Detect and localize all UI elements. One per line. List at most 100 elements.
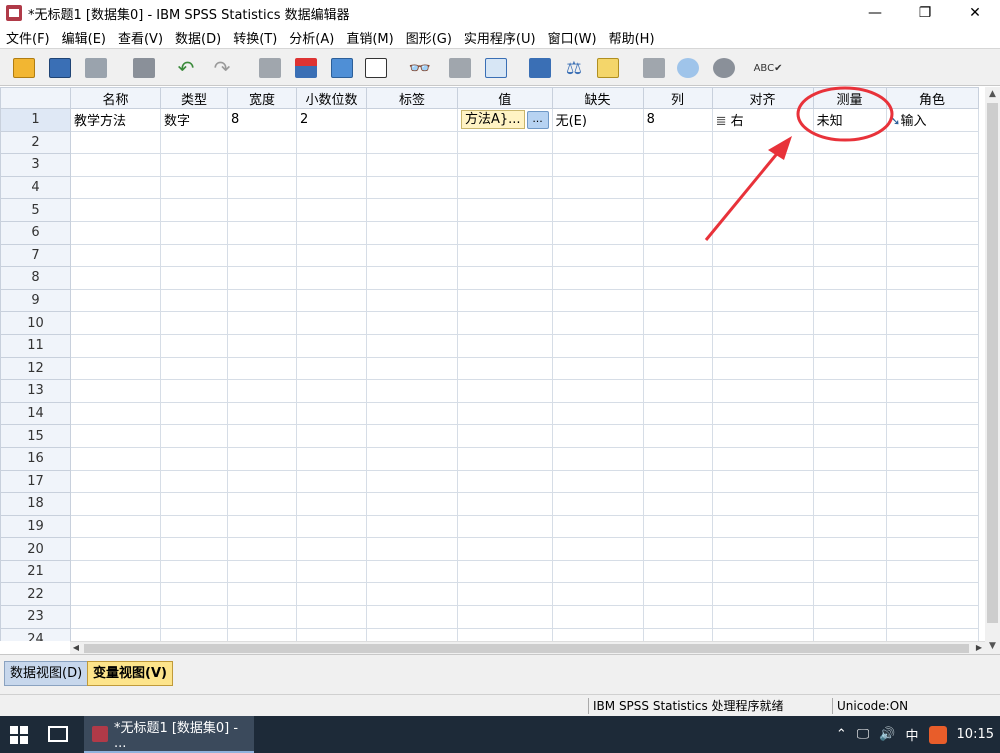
empty-cell[interactable]	[366, 446, 458, 471]
empty-cell[interactable]	[642, 379, 713, 403]
empty-cell[interactable]	[366, 582, 458, 607]
col-header-role[interactable]: 角色	[885, 87, 979, 109]
empty-cell[interactable]	[160, 379, 228, 403]
empty-cell[interactable]	[711, 469, 814, 494]
empty-cell[interactable]	[885, 379, 979, 403]
empty-cell[interactable]	[70, 153, 161, 177]
empty-cell[interactable]	[457, 559, 553, 584]
empty-cell[interactable]	[885, 153, 979, 177]
empty-cell[interactable]	[227, 220, 297, 245]
empty-cell[interactable]	[366, 605, 458, 629]
empty-cell[interactable]	[366, 492, 458, 516]
empty-cell[interactable]	[551, 311, 644, 335]
menu-file[interactable]: 文件(F)	[0, 28, 56, 47]
empty-cell[interactable]	[70, 175, 161, 200]
empty-cell[interactable]	[70, 198, 161, 222]
empty-cell[interactable]	[296, 198, 367, 222]
save-icon[interactable]	[46, 55, 74, 81]
empty-cell[interactable]	[227, 333, 297, 358]
row-number[interactable]: 19	[0, 514, 71, 539]
empty-cell[interactable]	[457, 514, 553, 539]
empty-cell[interactable]	[366, 288, 458, 313]
col-header-missing[interactable]: 缺失	[551, 87, 644, 109]
empty-cell[interactable]	[227, 492, 297, 516]
empty-cell[interactable]	[642, 605, 713, 629]
empty-cell[interactable]	[296, 627, 367, 641]
scroll-right-arrow-icon[interactable]: ▶	[973, 642, 985, 654]
empty-cell[interactable]	[711, 379, 814, 403]
empty-cell[interactable]	[70, 401, 161, 426]
empty-cell[interactable]	[642, 153, 713, 177]
empty-cell[interactable]	[812, 379, 887, 403]
empty-cell[interactable]	[366, 333, 458, 358]
empty-cell[interactable]	[227, 356, 297, 381]
row-number[interactable]: 24	[0, 627, 71, 641]
empty-cell[interactable]	[457, 401, 553, 426]
empty-cell[interactable]	[160, 401, 228, 426]
task-view-icon[interactable]	[48, 726, 68, 742]
empty-cell[interactable]	[227, 266, 297, 290]
empty-cell[interactable]	[551, 582, 644, 607]
empty-cell[interactable]	[642, 446, 713, 471]
cell-columns[interactable]: 8	[642, 108, 713, 132]
empty-cell[interactable]	[160, 175, 228, 200]
minimize-button[interactable]: —	[850, 0, 900, 26]
row-number[interactable]: 6	[0, 220, 71, 245]
vertical-scrollbar[interactable]: ▲ ▼	[985, 87, 1000, 654]
empty-cell[interactable]	[642, 537, 713, 561]
empty-cell[interactable]	[551, 220, 644, 245]
col-header-name[interactable]: 名称	[70, 87, 161, 109]
empty-cell[interactable]	[457, 333, 553, 358]
empty-cell[interactable]	[551, 198, 644, 222]
empty-cell[interactable]	[227, 537, 297, 561]
cell-type[interactable]: 数字	[160, 108, 228, 132]
empty-cell[interactable]	[227, 559, 297, 584]
empty-cell[interactable]	[711, 198, 814, 222]
empty-cell[interactable]	[642, 175, 713, 200]
empty-cell[interactable]	[227, 469, 297, 494]
empty-cell[interactable]	[70, 288, 161, 313]
empty-cell[interactable]	[160, 333, 228, 358]
empty-cell[interactable]	[812, 537, 887, 561]
empty-cell[interactable]	[711, 537, 814, 561]
row-number[interactable]: 2	[0, 130, 71, 155]
col-header-width[interactable]: 宽度	[227, 87, 297, 109]
row-number[interactable]: 1	[0, 108, 71, 132]
cell-width[interactable]: 8	[227, 108, 297, 132]
empty-cell[interactable]	[812, 220, 887, 245]
empty-cell[interactable]	[296, 514, 367, 539]
empty-cell[interactable]	[366, 379, 458, 403]
weight-cases-icon[interactable]: ⚖	[560, 55, 588, 81]
empty-cell[interactable]	[160, 492, 228, 516]
row-number[interactable]: 21	[0, 559, 71, 584]
empty-cell[interactable]	[296, 356, 367, 381]
goto-case-icon[interactable]	[256, 55, 284, 81]
empty-cell[interactable]	[551, 243, 644, 268]
empty-cell[interactable]	[885, 311, 979, 335]
col-header-align[interactable]: 对齐	[711, 87, 814, 109]
empty-cell[interactable]	[296, 582, 367, 607]
empty-cell[interactable]	[812, 446, 887, 471]
taskbar-spss-app[interactable]: *无标题1 [数据集0] - ...	[84, 716, 254, 753]
empty-cell[interactable]	[457, 469, 553, 494]
row-number[interactable]: 4	[0, 175, 71, 200]
tab-variable-view[interactable]: 变量视图(V)	[87, 661, 173, 686]
empty-cell[interactable]	[551, 130, 644, 155]
empty-cell[interactable]	[227, 243, 297, 268]
empty-cell[interactable]	[885, 220, 979, 245]
row-number[interactable]: 22	[0, 582, 71, 607]
empty-cell[interactable]	[711, 153, 814, 177]
empty-cell[interactable]	[711, 559, 814, 584]
empty-cell[interactable]	[227, 424, 297, 448]
menu-view[interactable]: 查看(V)	[112, 28, 169, 47]
row-number[interactable]: 20	[0, 537, 71, 561]
empty-cell[interactable]	[160, 424, 228, 448]
empty-cell[interactable]	[642, 288, 713, 313]
empty-cell[interactable]	[642, 333, 713, 358]
empty-cell[interactable]	[885, 469, 979, 494]
empty-cell[interactable]	[366, 627, 458, 641]
empty-cell[interactable]	[160, 514, 228, 539]
empty-cell[interactable]	[642, 130, 713, 155]
col-header-label[interactable]: 标签	[366, 87, 458, 109]
empty-cell[interactable]	[551, 333, 644, 358]
